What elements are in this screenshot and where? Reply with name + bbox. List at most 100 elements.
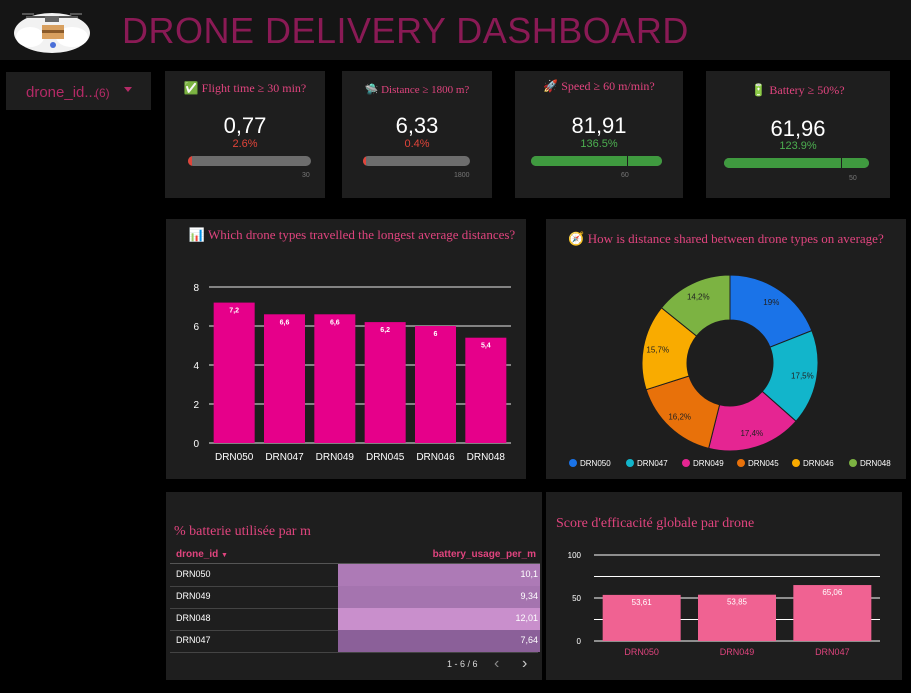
cell-battery-usage: 10,1 (520, 569, 538, 579)
y-tick-label: 50 (572, 594, 581, 603)
column-header-drone-id[interactable]: drone_id ▼ (176, 549, 228, 560)
x-tick-label: DRN049 (316, 452, 355, 463)
kpi-target-label: 30 (302, 172, 310, 179)
kpi-card-distance: 🛸 Distance ≥ 1800 m? 6,33 0.4% 1800 (342, 71, 492, 198)
x-tick-label: DRN048 (467, 452, 506, 463)
slice-label: 17,4% (740, 429, 763, 438)
data-label: 6,6 (280, 319, 290, 326)
kpi-progress-fill (724, 158, 869, 168)
data-label: 65,06 (822, 588, 843, 597)
data-label: 53,85 (727, 598, 748, 607)
cell-drone-id: DRN050 (176, 569, 211, 579)
x-tick-label: DRN050 (624, 647, 659, 657)
legend-marker (626, 459, 634, 467)
table-body: DRN050 10,1 DRN049 9,34 DRN048 12,01 DRN047 7,6… (170, 564, 540, 654)
next-page-icon[interactable]: › (522, 655, 527, 673)
kpi-title: 🔋 Battery ≥ 50%? (751, 83, 845, 97)
y-tick-label: 8 (193, 283, 199, 294)
legend-marker (569, 459, 577, 467)
kpi-value: 6,33 (395, 113, 439, 138)
kpi-target-marker (626, 156, 628, 166)
y-tick-label: 2 (193, 400, 199, 411)
x-tick-label: DRN047 (265, 452, 304, 463)
kpi-target-label: 50 (849, 175, 857, 182)
y-tick-label: 6 (193, 322, 199, 333)
kpi-title: ✅ Flight time ≥ 30 min? (183, 81, 307, 95)
bar (364, 322, 406, 443)
legend-label: DRN050 (580, 459, 611, 468)
kpi-title: 🚀 Speed ≥ 60 m/min? (543, 79, 655, 93)
legend-marker (737, 459, 745, 467)
kpi-progress-bar (188, 156, 311, 166)
check-icon: ✅ (183, 81, 199, 95)
pagination-label: 1 - 6 / 6 (447, 659, 478, 669)
kpi-delta: 2.6% (232, 138, 258, 150)
filter-count: (6) (95, 86, 110, 100)
kpi-delta: 136.5% (580, 138, 618, 150)
cell-drone-id: DRN048 (176, 613, 211, 623)
battery-icon: 🔋 (751, 83, 767, 97)
data-label: 5,4 (481, 343, 491, 350)
legend-label: DRN045 (748, 459, 779, 468)
filter-label: drone_id... (26, 84, 97, 101)
table-row[interactable]: DRN049 9,34 (170, 586, 540, 609)
battery-usage-table-panel: % batterie utilisée par m drone_id ▼ bat… (166, 492, 542, 680)
sort-down-icon[interactable]: ▼ (221, 552, 228, 559)
column-header-battery-usage[interactable]: battery_usage_per_m (433, 549, 536, 560)
cell-drone-id: DRN049 (176, 591, 211, 601)
data-label: 6,6 (330, 319, 340, 326)
legend-marker (849, 459, 857, 467)
heatmap-cell: 7,64 (338, 630, 540, 652)
kpi-progress-bar (531, 156, 662, 166)
kpi-target-marker (841, 158, 842, 168)
slice-label: 14,2% (687, 293, 710, 302)
table-row[interactable]: DRN047 7,64 (170, 630, 540, 653)
legend-marker (792, 459, 800, 467)
bar (314, 314, 356, 443)
data-label: 6,2 (380, 327, 390, 334)
cell-drone-id: DRN047 (176, 635, 211, 645)
kpi-value: 0,77 (223, 113, 267, 138)
cell-battery-usage: 9,34 (520, 591, 538, 601)
table-row[interactable]: DRN050 10,1 (170, 564, 540, 587)
slice-label: 17,5% (791, 372, 814, 381)
rocket-icon: 🚀 (543, 79, 559, 93)
kpi-progress-bar (724, 158, 869, 168)
bar (213, 302, 255, 443)
kpi-title: 🛸 Distance ≥ 1800 m? (364, 84, 470, 96)
kpi-card-battery: 🔋 Battery ≥ 50%? 61,96 123.9% 50 (706, 71, 890, 198)
distance-share-donut-chart: 19% 17,5% 17,4% 16,2% 15,7% 14,2% DRN050 DRN047… (569, 274, 891, 468)
legend-marker (682, 459, 690, 467)
legend-label: DRN046 (803, 459, 834, 468)
drone-logo-icon (12, 5, 92, 55)
y-tick-label: 100 (568, 551, 582, 560)
bar (415, 326, 456, 443)
distance-bar-chart-panel: 📊 Which drone types travelled the longes… (166, 219, 526, 479)
y-tick-label: 0 (577, 637, 582, 646)
heatmap-cell: 12,01 (338, 608, 540, 630)
kpi-progress-fill (363, 156, 367, 166)
prev-page-icon[interactable]: ‹ (494, 655, 499, 673)
drone-id-filter[interactable]: drone_id... (6) (6, 72, 151, 110)
data-label: 7,2 (229, 308, 239, 315)
ufo-icon: 🛸 (364, 84, 379, 96)
kpi-value: 81,91 (571, 113, 627, 138)
data-label: 6 (434, 331, 438, 338)
kpi-target-label: 60 (621, 172, 629, 179)
legend-label: DRN047 (637, 459, 668, 468)
heatmap-cell: 10,1 (338, 564, 540, 586)
chevron-down-icon[interactable] (124, 87, 132, 92)
header-bar: DRONE DELIVERY DASHBOARD (0, 0, 911, 60)
kpi-card-flight-time: ✅ Flight time ≥ 30 min? 0,77 2.6% 30 (165, 71, 325, 198)
y-tick-label: 4 (193, 361, 199, 372)
kpi-card-speed: 🚀 Speed ≥ 60 m/min? 81,91 136.5% 60 (515, 71, 683, 198)
data-label: 53,61 (632, 598, 653, 607)
slice-label: 15,7% (646, 345, 669, 354)
cell-battery-usage: 7,64 (520, 635, 538, 645)
kpi-progress-fill (531, 156, 662, 166)
cell-battery-usage: 12,01 (515, 613, 538, 623)
slice-label: 19% (763, 298, 779, 307)
table-row[interactable]: DRN048 12,01 (170, 608, 540, 631)
kpi-delta: 123.9% (779, 140, 817, 152)
slice-label: 16,2% (668, 413, 691, 422)
